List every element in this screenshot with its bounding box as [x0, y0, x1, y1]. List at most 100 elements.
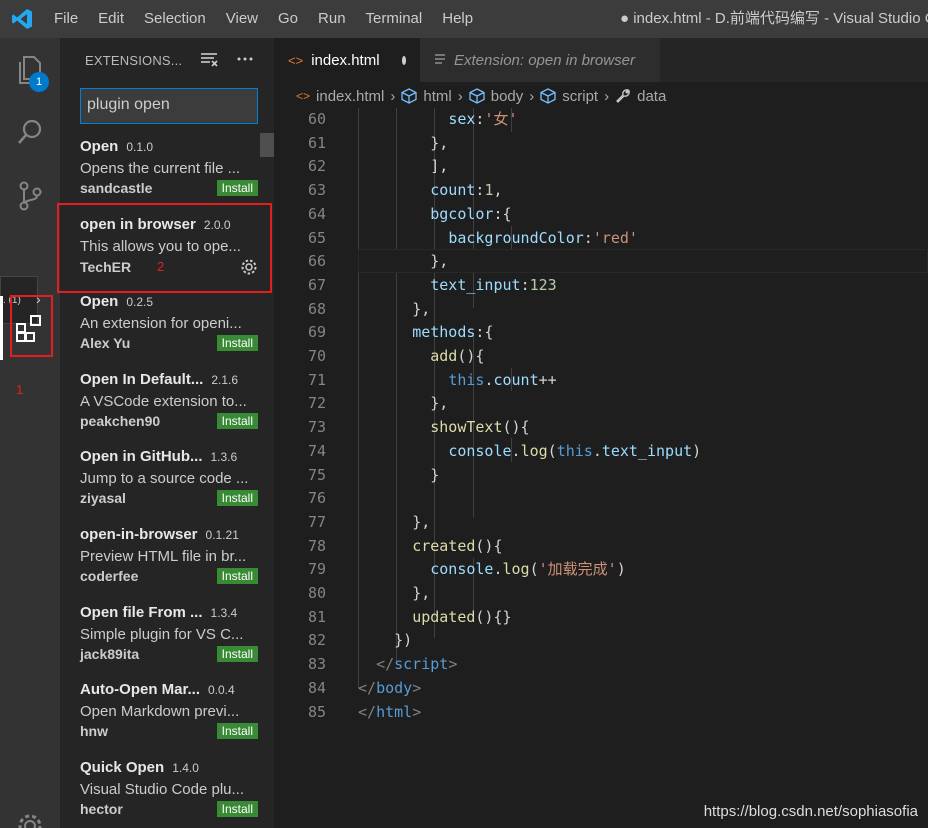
menu-help[interactable]: Help: [432, 0, 483, 38]
install-button[interactable]: Install: [216, 567, 258, 584]
settings-button[interactable]: [0, 798, 60, 828]
install-button[interactable]: Install: [216, 490, 258, 507]
line-number: 67: [307, 275, 326, 294]
extension-publisher: sandcastle: [80, 180, 153, 196]
code-editor[interactable]: 60 sex:'女' 61 }, 62 ], 63 count:1, 64 bg…: [274, 108, 928, 828]
search-button[interactable]: [0, 104, 60, 160]
extension-version: 0.2.5: [126, 295, 154, 310]
install-button[interactable]: Install: [216, 335, 258, 352]
breadcrumb-item[interactable]: index.html: [316, 88, 384, 105]
extension-description: Jump to a source code ...: [80, 470, 249, 488]
install-button[interactable]: Install: [216, 800, 258, 817]
line-number: 70: [307, 347, 326, 365]
code-line: count:1,: [430, 181, 503, 200]
extension-item[interactable]: open-in-browser 0.1.21 Preview HTML file …: [60, 521, 274, 599]
line-number: 60: [307, 110, 326, 128]
extension-search-input[interactable]: plugin open: [80, 88, 258, 124]
more-actions-icon[interactable]: [236, 50, 254, 68]
tab-index-html[interactable]: <> index.html: [274, 38, 420, 82]
code-line: created(){: [412, 536, 503, 555]
code-line: ],: [430, 157, 449, 176]
tab-extension-details[interactable]: Extension: open in browser: [420, 38, 660, 82]
install-button[interactable]: Install: [216, 723, 258, 740]
line-number: 62: [307, 157, 326, 176]
extension-publisher: Alex Yu: [80, 335, 131, 352]
cube-icon: [469, 88, 485, 104]
html-file-icon: <>: [296, 89, 311, 103]
install-button[interactable]: Install: [216, 412, 258, 429]
line-number: 73: [307, 418, 326, 437]
extension-item[interactable]: Open 0.2.5 An extension for openi... Alex…: [60, 288, 274, 366]
extension-item[interactable]: Auto-Open Mar... 0.0.4 Open Markdown prev…: [60, 676, 274, 754]
line-number: 83: [307, 655, 326, 674]
extension-publisher: hector: [80, 800, 123, 817]
code-line: text_input:123: [430, 275, 557, 294]
source-control-button[interactable]: [0, 168, 60, 224]
menu-file[interactable]: File: [44, 0, 88, 38]
code-line: }): [394, 631, 413, 650]
extension-name: open-in-browser: [80, 525, 198, 543]
menu-view[interactable]: View: [216, 0, 268, 38]
line-number: 63: [307, 181, 326, 200]
extensions-sidebar: EXTENSIONS... plugin open Open 0.1.0 Open…: [60, 38, 274, 828]
extension-description: Visual Studio Code plu...: [80, 780, 244, 798]
unsaved-dot-icon[interactable]: [401, 55, 406, 65]
breadcrumb-item[interactable]: script: [562, 88, 598, 105]
line-number: 80: [307, 584, 326, 602]
code-line: this.count++: [448, 370, 557, 389]
cube-icon: [540, 88, 556, 104]
extension-version: 0.0.4: [208, 683, 235, 698]
extension-item[interactable]: Open file From ... 1.3.4 Simple plugin fo…: [60, 599, 274, 677]
extension-item[interactable]: Open in GitHub... 1.3.6 Jump to a source …: [60, 443, 274, 521]
menu-go[interactable]: Go: [268, 0, 308, 38]
extension-name: Open: [80, 138, 119, 155]
extension-name: Open: [80, 293, 119, 311]
line-number: 68: [307, 299, 326, 318]
extension-name: Open file From ...: [80, 603, 203, 621]
breadcrumb-item[interactable]: body: [491, 88, 524, 105]
vscode-logo-icon: [0, 0, 44, 38]
line-number: 79: [307, 560, 326, 579]
window-title: ● index.html - D.前端代码编写 - Visual Studio …: [620, 10, 928, 27]
gear-icon: [18, 814, 42, 828]
extension-publisher: peakchen90: [80, 412, 161, 429]
code-line: },: [430, 394, 449, 413]
explorer-button[interactable]: 1: [0, 42, 60, 98]
document-icon: [434, 52, 446, 69]
extension-version: 2.1.6: [211, 372, 239, 387]
extension-publisher: hnw: [80, 723, 108, 740]
install-button[interactable]: Install: [216, 645, 258, 662]
editor-tabs: <> index.html Extension: open in browser: [274, 38, 928, 82]
sidebar-title: EXTENSIONS...: [85, 52, 183, 68]
install-button[interactable]: Install: [216, 180, 258, 196]
line-number: 85: [307, 702, 326, 721]
code-line: backgroundColor:'red': [448, 228, 638, 247]
code-line: sex:'女': [448, 110, 518, 128]
extension-description: Opens the current file ...: [80, 160, 241, 177]
extension-description: Simple plugin for VS C...: [80, 625, 244, 643]
line-number: 76: [307, 489, 326, 508]
extension-version: 1.3.4: [210, 605, 238, 620]
breadcrumb-item[interactable]: data: [637, 88, 666, 105]
extension-item[interactable]: Quick Open 1.4.0 Visual Studio Code plu..…: [60, 754, 274, 828]
code-line: console.log(this.text_input): [448, 441, 702, 460]
menu-edit[interactable]: Edit: [88, 0, 134, 38]
line-number: 84: [307, 678, 326, 697]
breadcrumb: <> index.html › html › body › script › d…: [274, 82, 928, 110]
breadcrumb-item[interactable]: html: [423, 88, 451, 105]
menu-terminal[interactable]: Terminal: [356, 0, 433, 38]
code-line: },: [430, 133, 449, 152]
code-line: },: [412, 512, 431, 531]
line-number: 71: [307, 370, 326, 389]
extension-item[interactable]: Open In Default... 2.1.6 A VSCode extensi…: [60, 366, 274, 444]
menu-selection[interactable]: Selection: [134, 0, 216, 38]
extension-name: Auto-Open Mar...: [80, 681, 200, 699]
code-line: </body>: [358, 678, 422, 697]
menu-run[interactable]: Run: [308, 0, 356, 38]
line-number: 65: [307, 228, 326, 247]
line-number: 77: [307, 512, 326, 531]
code-line: },: [412, 584, 431, 602]
clear-filter-icon[interactable]: [200, 50, 218, 68]
extension-item[interactable]: Open 0.1.0 Opens the current file ... san…: [60, 133, 274, 211]
extension-publisher: coderfee: [80, 567, 139, 584]
